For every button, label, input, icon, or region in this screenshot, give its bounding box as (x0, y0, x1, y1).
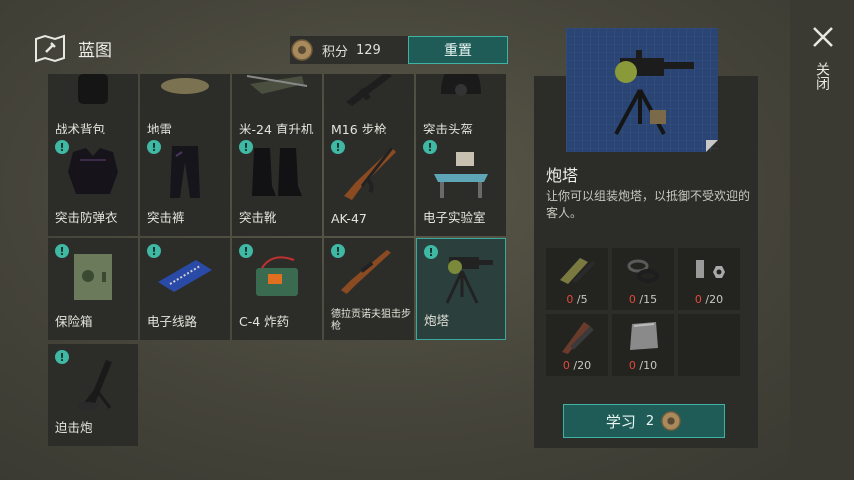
cell-label: 电子实验室 (423, 210, 486, 225)
vest-icon (68, 148, 118, 194)
cell-label: C-4 炸药 (239, 314, 290, 329)
cell-label: 德拉贡诺夫狙击步枪 (331, 309, 411, 332)
electronics-lab-icon (434, 152, 488, 198)
reset-button[interactable]: 重置 (408, 36, 508, 64)
helmet-icon (441, 74, 481, 96)
material-count: 0 /15 (628, 293, 658, 306)
material-slot[interactable]: 0 /20 (546, 314, 608, 376)
rubber-rings-icon (627, 259, 659, 283)
cell-label: 迫击炮 (55, 420, 93, 435)
item-name: 炮塔 (546, 166, 579, 185)
cell-label: 突击靴 (239, 210, 277, 225)
item-description: 让你可以组装炮塔，以抵御不受欢迎的客人。 (546, 189, 751, 220)
pants-icon (170, 146, 200, 198)
circuit-board-icon (158, 260, 212, 292)
material-slot[interactable]: 0 /5 (546, 248, 608, 310)
page-title: 蓝图 (78, 40, 112, 61)
material-count: 0 /5 (566, 293, 588, 306)
boots-icon (252, 148, 302, 196)
cell-label: 电子线路 (147, 314, 198, 329)
mortar-icon (78, 360, 112, 410)
learn-label: 学习 (605, 412, 636, 431)
cell-label: 炮塔 (424, 313, 450, 328)
blueprint-grid: 战术背包 地雷 米-24 直升机 M16 步枪 突击头盔 ! 突击防弹衣 ! 突… (48, 74, 508, 450)
blueprint-electronics-lab[interactable]: ! 电子实验室 (416, 134, 506, 236)
material-count: 0 /20 (562, 359, 592, 372)
gun-parts-icon (560, 258, 596, 284)
learn-cost: 2 (645, 413, 655, 429)
ak47-icon (344, 147, 396, 200)
material-count: 0 /10 (628, 359, 658, 372)
material-slot[interactable]: 0 /20 (678, 248, 740, 310)
points-value: 129 (356, 42, 381, 58)
blueprint-icon (35, 34, 65, 63)
close-button-label[interactable]: 关闭 (812, 62, 832, 90)
safe-icon (74, 254, 112, 300)
blueprint-dragunov[interactable]: ! 德拉贡诺夫狙击步枪 (324, 238, 414, 340)
cell-label: 突击裤 (147, 210, 185, 225)
gear-currency-icon (291, 39, 313, 61)
blueprint-circuit[interactable]: ! 电子线路 (140, 238, 230, 340)
material-slot[interactable]: 0 /10 (612, 314, 674, 376)
bolts-nuts-icon (696, 260, 725, 278)
m16-rifle-icon (346, 74, 392, 106)
material-slot[interactable]: 0 /15 (612, 248, 674, 310)
cell-label: 突击防弹衣 (55, 210, 118, 225)
turret-icon (445, 257, 493, 304)
header: 蓝图 (34, 30, 112, 66)
points-label: 积分 (322, 44, 349, 60)
blueprint-assault-boots[interactable]: ! 突击靴 (232, 134, 322, 236)
helicopter-icon (246, 75, 308, 94)
c4-explosive-icon (256, 256, 298, 296)
sniper-rifle-icon (340, 249, 391, 294)
learn-button[interactable]: 学习 2 (563, 404, 725, 438)
tools-icon (562, 322, 594, 354)
blueprint-assault-vest[interactable]: ! 突击防弹衣 (48, 134, 138, 236)
backpack-icon (78, 74, 108, 104)
landmine-icon (161, 78, 209, 94)
turret-blueprint-preview (566, 28, 718, 152)
blueprint-safe[interactable]: ! 保险箱 (48, 238, 138, 340)
close-icon[interactable] (812, 26, 834, 48)
material-slot-empty (678, 314, 740, 376)
blueprint-assault-pants[interactable]: ! 突击裤 (140, 134, 230, 236)
blueprint-mortar[interactable]: ! 迫击炮 (48, 344, 138, 446)
blueprint-turret[interactable]: ! 炮塔 (416, 238, 506, 340)
material-count: 0 /20 (694, 293, 724, 306)
blueprint-ak47[interactable]: ! AK-47 (324, 134, 414, 236)
metal-plate-icon (630, 322, 658, 350)
cell-label: AK-47 (331, 211, 367, 226)
gear-currency-icon (661, 411, 681, 431)
blueprint-c4[interactable]: ! C-4 炸药 (232, 238, 322, 340)
cell-label: 保险箱 (55, 314, 93, 329)
points-display: 积分 129 (290, 36, 408, 64)
